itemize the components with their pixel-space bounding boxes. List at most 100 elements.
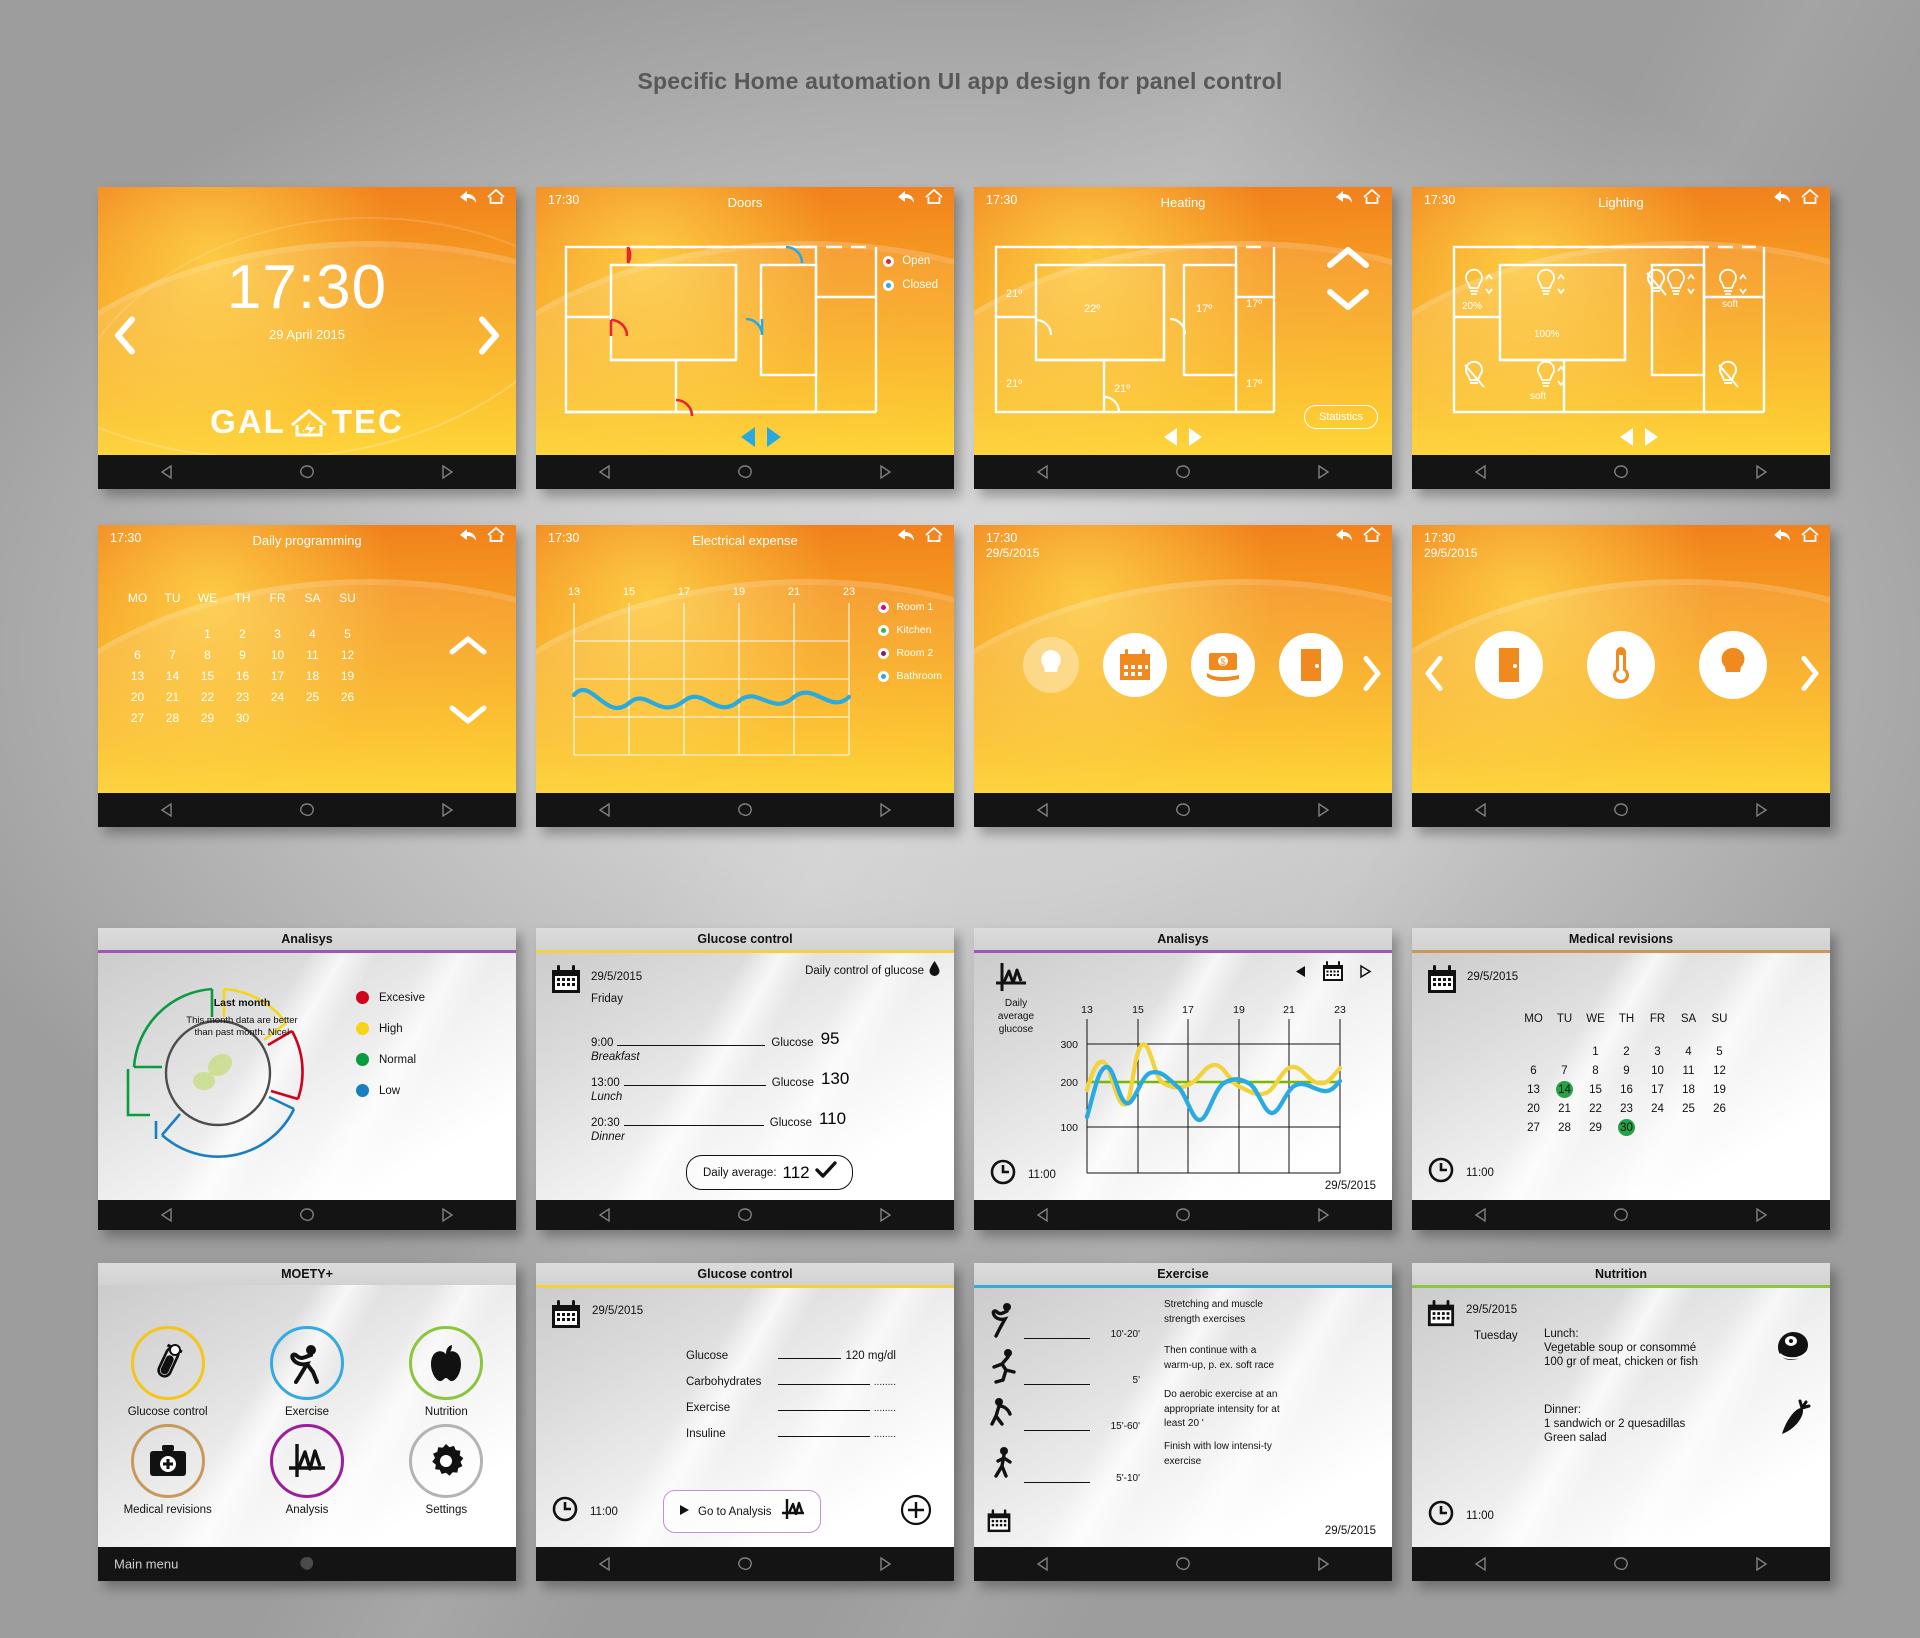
- back-arrow-icon[interactable]: [1772, 527, 1792, 546]
- calendar-day-6[interactable]: 6: [120, 644, 155, 665]
- calendar-day-1[interactable]: 1: [1580, 1042, 1611, 1061]
- heating-stepper[interactable]: [1326, 245, 1370, 317]
- calendar-day-17[interactable]: 17: [1642, 1080, 1673, 1099]
- doors-floorplan[interactable]: [536, 187, 954, 489]
- calendar-day-15[interactable]: 15: [1580, 1080, 1611, 1099]
- calendar-day-6[interactable]: 6: [1518, 1061, 1549, 1080]
- calendar-day-2[interactable]: 2: [225, 623, 260, 644]
- calendar-day-22[interactable]: 22: [1580, 1099, 1611, 1118]
- nav-home-icon[interactable]: [1174, 1556, 1192, 1572]
- android-navbar[interactable]: [1412, 1200, 1830, 1230]
- android-navbar[interactable]: [1412, 793, 1830, 827]
- calendar-day-26[interactable]: 26: [1704, 1099, 1735, 1118]
- android-navbar[interactable]: [1412, 1547, 1830, 1581]
- decrease-temperature-button[interactable]: [1326, 286, 1370, 317]
- android-navbar[interactable]: [536, 1200, 954, 1230]
- nav-recent-icon[interactable]: [1315, 1556, 1331, 1572]
- calendar-day-8[interactable]: 8: [190, 644, 225, 665]
- calendar-day-20[interactable]: 20: [1518, 1099, 1549, 1118]
- lighting-floorplan[interactable]: 20% 100% soft soft: [1412, 187, 1830, 489]
- calendar-day-18[interactable]: 18: [1673, 1080, 1704, 1099]
- prev-arrow-icon[interactable]: [1424, 656, 1444, 697]
- calendar-day-26[interactable]: 26: [330, 686, 365, 707]
- android-navbar[interactable]: [98, 455, 516, 489]
- calendar-day-27[interactable]: 27: [120, 707, 155, 728]
- calendar-day-16[interactable]: 16: [225, 665, 260, 686]
- calendar-day-9[interactable]: 9: [225, 644, 260, 665]
- menu-item-glucose-control[interactable]: Glucose control: [98, 1326, 237, 1418]
- back-arrow-icon[interactable]: [1334, 527, 1354, 546]
- menu-item-analysis[interactable]: Analysis: [237, 1424, 376, 1516]
- calendar-day-17[interactable]: 17: [260, 665, 295, 686]
- calendar-day-10[interactable]: 10: [260, 644, 295, 665]
- calendar-day-24[interactable]: 24: [260, 686, 295, 707]
- calendar-day-22[interactable]: 22: [190, 686, 225, 707]
- calendar-scroll-down-button[interactable]: [448, 703, 488, 730]
- nav-home-icon[interactable]: [736, 1207, 754, 1223]
- calendar-day-29[interactable]: 29: [1580, 1118, 1611, 1137]
- android-navbar[interactable]: Main menu: [98, 1547, 516, 1581]
- calendar-day-21[interactable]: 21: [155, 686, 190, 707]
- calendar-day-20[interactable]: 20: [120, 686, 155, 707]
- android-navbar[interactable]: [98, 1200, 516, 1230]
- field-carbohydrates[interactable]: Carbohydrates ........: [686, 1376, 896, 1388]
- android-navbar[interactable]: [536, 1547, 954, 1581]
- menu-item-settings[interactable]: Settings: [377, 1424, 516, 1516]
- home-icon[interactable]: [1800, 526, 1820, 546]
- nav-home-icon[interactable]: [298, 802, 316, 818]
- field-exercise[interactable]: Exercise ........: [686, 1402, 896, 1414]
- field-glucose[interactable]: Glucose 120 mg/dl: [686, 1350, 896, 1362]
- nav-home-icon[interactable]: [298, 464, 316, 480]
- calendar-day-5[interactable]: 5: [1704, 1042, 1735, 1061]
- back-arrow-icon[interactable]: [458, 189, 478, 208]
- nav-recent-icon[interactable]: [1315, 1207, 1331, 1223]
- menu-item-exercise[interactable]: Exercise: [237, 1326, 376, 1418]
- calendar-day-12[interactable]: 12: [330, 644, 365, 665]
- field-input[interactable]: [778, 1384, 870, 1385]
- moety-grid[interactable]: Glucose control Exercise Nutrition Medic…: [98, 1285, 516, 1551]
- menu-item-medical-revisions[interactable]: Medical revisions: [98, 1424, 237, 1516]
- calendar-day-21[interactable]: 21: [1549, 1099, 1580, 1118]
- calendar-day-4[interactable]: 4: [295, 623, 330, 644]
- nav-recent-icon[interactable]: [1753, 1207, 1769, 1223]
- calendar-day-14[interactable]: 14: [155, 665, 190, 686]
- calendar-day-27[interactable]: 27: [1518, 1118, 1549, 1137]
- nav-home-icon[interactable]: [1174, 802, 1192, 818]
- calendar-day-11[interactable]: 11: [1673, 1061, 1704, 1080]
- statistics-button[interactable]: Statistics: [1303, 405, 1378, 429]
- home-icon[interactable]: [486, 526, 506, 546]
- calendar-day-19[interactable]: 19: [1704, 1080, 1735, 1099]
- nav-recent-icon[interactable]: [1753, 1556, 1769, 1572]
- menu-item-thermometer[interactable]: [1587, 631, 1655, 699]
- heating-floorplan[interactable]: 21º 22º 17º 17º 21º 21º 17º: [974, 187, 1392, 489]
- next-arrow-icon[interactable]: [478, 316, 502, 361]
- increase-temperature-button[interactable]: [1326, 245, 1370, 276]
- home-icon[interactable]: [1362, 188, 1382, 208]
- back-arrow-icon[interactable]: [1334, 189, 1354, 208]
- nav-home-icon[interactable]: [1612, 1556, 1630, 1572]
- field-insuline[interactable]: Insuline ........: [686, 1428, 896, 1440]
- nav-back-icon[interactable]: [1035, 1556, 1051, 1572]
- android-navbar[interactable]: [974, 1547, 1392, 1581]
- home-icon[interactable]: [486, 188, 506, 208]
- calendar-scroll-up-button[interactable]: [448, 635, 488, 662]
- android-navbar[interactable]: [974, 1200, 1392, 1230]
- calendar-day-16[interactable]: 16: [1611, 1080, 1642, 1099]
- menu-item-bulb[interactable]: [1699, 631, 1767, 699]
- calendar-day-25[interactable]: 25: [295, 686, 330, 707]
- calendar-day-19[interactable]: 19: [330, 665, 365, 686]
- prev-arrow-icon[interactable]: [112, 316, 136, 361]
- menu-item-door[interactable]: [1279, 633, 1343, 697]
- calendar-day-29[interactable]: 29: [190, 707, 225, 728]
- field-input[interactable]: [778, 1436, 870, 1437]
- nav-home-icon[interactable]: [736, 1556, 754, 1572]
- calendar-day-28[interactable]: 28: [1549, 1118, 1580, 1137]
- calendar-day-5[interactable]: 5: [330, 623, 365, 644]
- nav-back-icon[interactable]: [159, 802, 175, 818]
- nav-back-icon[interactable]: [597, 1556, 613, 1572]
- nav-recent-icon[interactable]: [439, 464, 455, 480]
- calendar-day-24[interactable]: 24: [1642, 1099, 1673, 1118]
- calendar-grid[interactable]: MO TU WE TH FR SA SU 1 2 3 4 5 6 7 8 9 10 11 12 13 14…: [120, 591, 365, 728]
- nav-back-icon[interactable]: [1473, 1207, 1489, 1223]
- back-arrow-icon[interactable]: [1772, 189, 1792, 208]
